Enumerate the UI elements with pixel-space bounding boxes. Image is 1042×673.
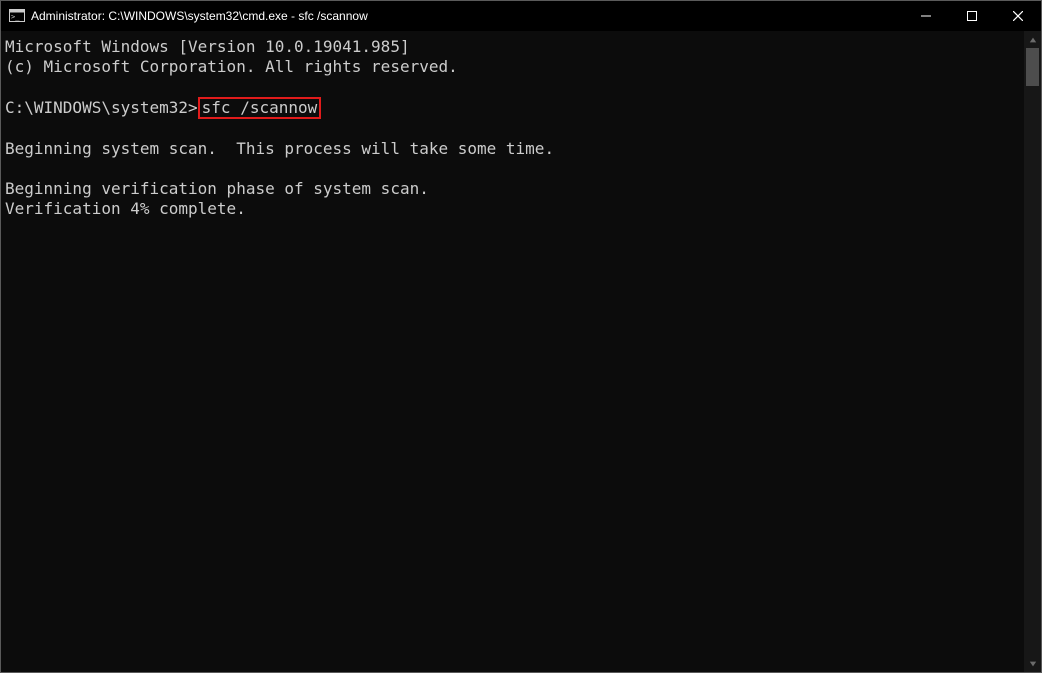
client-area: Microsoft Windows [Version 10.0.19041.98… [1,31,1041,672]
cmd-window: >_ Administrator: C:\WINDOWS\system32\cm… [0,0,1042,673]
scroll-up-button[interactable] [1024,31,1041,48]
scroll-track[interactable] [1024,48,1041,655]
vertical-scrollbar[interactable] [1024,31,1041,672]
prompt: C:\WINDOWS\system32> [5,98,198,117]
cmd-icon: >_ [9,8,25,24]
command-highlight: sfc /scannow [198,97,322,119]
line-copyright: (c) Microsoft Corporation. All rights re… [5,57,458,76]
scroll-down-button[interactable] [1024,655,1041,672]
terminal-output[interactable]: Microsoft Windows [Version 10.0.19041.98… [1,31,1024,672]
scroll-thumb[interactable] [1026,48,1039,86]
close-button[interactable] [995,1,1041,31]
svg-text:>_: >_ [11,13,20,21]
minimize-button[interactable] [903,1,949,31]
line-begin-verify: Beginning verification phase of system s… [5,179,429,198]
window-title: Administrator: C:\WINDOWS\system32\cmd.e… [31,9,368,23]
titlebar[interactable]: >_ Administrator: C:\WINDOWS\system32\cm… [1,1,1041,31]
line-begin-scan: Beginning system scan. This process will… [5,139,554,158]
maximize-button[interactable] [949,1,995,31]
line-version: Microsoft Windows [Version 10.0.19041.98… [5,37,410,56]
line-progress: Verification 4% complete. [5,199,246,218]
